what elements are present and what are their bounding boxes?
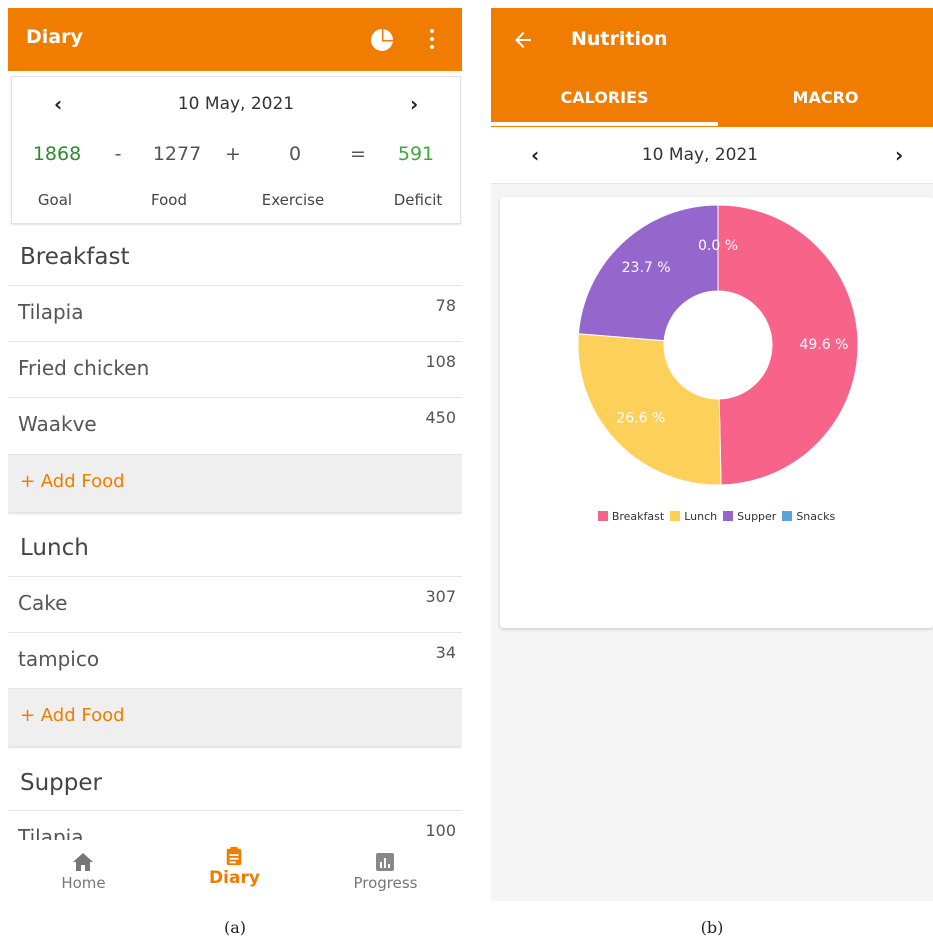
food-item[interactable]: Fried chicken 108 [8,341,462,398]
nutrition-app-bar: Nutrition CALORIES MACRO [491,8,933,127]
back-arrow-icon[interactable] [511,28,535,52]
food-item[interactable]: Tilapia 78 [8,285,462,342]
legend-label: Supper [737,510,777,523]
nav-progress[interactable]: Progress [310,840,461,901]
slice-label-breakfast: 49.6 % [800,337,849,353]
diary-screen: Diary ‹ 10 May, 2021 › 1868 - 1277 + 0 =… [8,8,462,901]
exercise-label: Exercise [261,191,325,209]
nav-label: Diary [209,868,260,888]
clipboard-icon [226,846,242,866]
plus-sign: + [225,143,241,165]
food-name: Waakve [18,412,97,436]
date-label: 10 May, 2021 [177,94,295,114]
slice-label-lunch: 26.6 % [616,411,665,427]
chevron-right-icon[interactable]: › [410,90,418,118]
food-item[interactable]: Waakve 450 [8,397,462,454]
diary-app-bar: Diary [8,8,462,71]
food-name: Tilapia [18,300,84,324]
add-food-button-breakfast[interactable]: + Add Food [8,454,462,512]
food-label: Food [151,191,187,209]
calories-chart-card: 49.6 % 26.6 % 23.7 % 0.0 % Breakfast Lunch Su… [500,197,933,628]
home-icon [73,853,93,871]
food-calories: 34 [435,643,456,662]
food-value: 1277 [152,143,202,165]
caption-a: (a) [223,918,247,937]
section-title-lunch: Lunch [20,535,89,561]
tab-indicator [491,122,718,126]
food-name: tampico [18,647,100,671]
food-calories: 450 [425,408,456,427]
food-calories: 78 [435,296,456,315]
donut-slice-lunch [577,333,722,486]
chevron-right-icon[interactable]: › [895,141,903,169]
nutrition-screen: Nutrition CALORIES MACRO ‹ 10 May, 2021 … [491,8,933,901]
pie-chart-icon[interactable] [370,28,394,52]
food-item[interactable]: Cake 307 [8,576,462,633]
food-calories: 100 [425,821,456,840]
page-title: Nutrition [571,28,668,50]
calorie-equation: 1868 - 1277 + 0 = 591 [12,143,460,171]
legend-swatch [723,511,734,521]
tab-macro[interactable]: MACRO [718,88,933,107]
legend-item-lunch[interactable]: Lunch [670,510,717,523]
legend-swatch [782,511,793,521]
food-name: Cake [18,591,68,615]
equals-sign: = [350,143,366,165]
add-food-button-lunch[interactable]: + Add Food [8,688,462,746]
page-title: Diary [26,26,83,48]
date-navigator: ‹ 10 May, 2021 › [12,90,460,118]
section-title-supper: Supper [20,770,102,796]
legend-label: Snacks [796,510,836,523]
goal-value: 1868 [32,143,82,165]
legend-item-supper[interactable]: Supper [723,510,776,523]
nav-label: Progress [353,874,418,892]
nav-home[interactable]: Home [8,840,159,901]
legend-label: Lunch [684,510,718,523]
bottom-navigation: Home Diary Progress [8,840,462,901]
more-options-icon[interactable] [428,27,436,53]
slice-label-supper: 23.7 % [622,260,671,276]
add-food-label: + Add Food [20,705,125,726]
food-calories: 108 [425,352,456,371]
calorie-summary-card: ‹ 10 May, 2021 › 1868 - 1277 + 0 = 591 G… [11,76,461,224]
caption-b: (b) [700,918,724,937]
add-food-label: + Add Food [20,471,125,492]
goal-label: Goal [37,191,73,209]
food-calories: 307 [425,587,456,606]
legend-item-snacks[interactable]: Snacks [782,510,835,523]
section-title-breakfast: Breakfast [20,244,130,270]
deficit-value: 591 [397,143,435,165]
tab-calories[interactable]: CALORIES [491,88,718,107]
slice-label-snacks: 0.0 % [698,238,738,254]
calories-donut-chart: 49.6 % 26.6 % 23.7 % 0.0 % [577,204,859,486]
nav-label: Home [61,874,106,892]
exercise-value: 0 [288,143,302,165]
date-navigator: ‹ 10 May, 2021 › [491,127,933,184]
minus-sign: - [114,143,122,165]
nav-diary[interactable]: Diary [159,840,310,901]
food-name: Fried chicken [18,356,150,380]
legend-item-breakfast[interactable]: Breakfast [597,510,665,523]
legend-label: Breakfast [611,510,665,523]
date-label: 10 May, 2021 [641,145,759,165]
food-item[interactable]: tampico 34 [8,632,462,689]
deficit-label: Deficit [393,191,443,209]
legend-swatch [597,511,608,521]
bar-chart-icon [376,853,394,871]
chart-legend: Breakfast Lunch Supper Snacks [500,510,933,523]
legend-swatch [670,511,681,521]
